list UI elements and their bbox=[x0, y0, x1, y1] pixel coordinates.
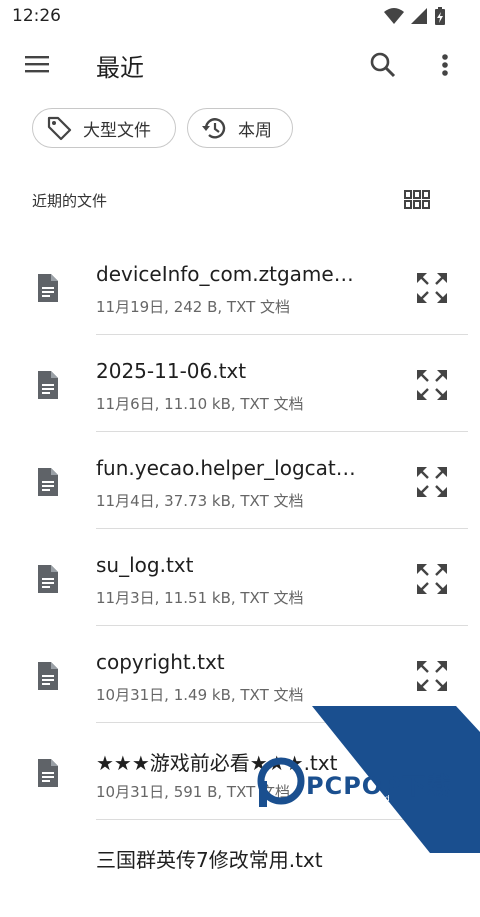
watermark-subtext: PCPOP Download bbox=[308, 794, 391, 803]
watermark-band bbox=[257, 706, 480, 853]
